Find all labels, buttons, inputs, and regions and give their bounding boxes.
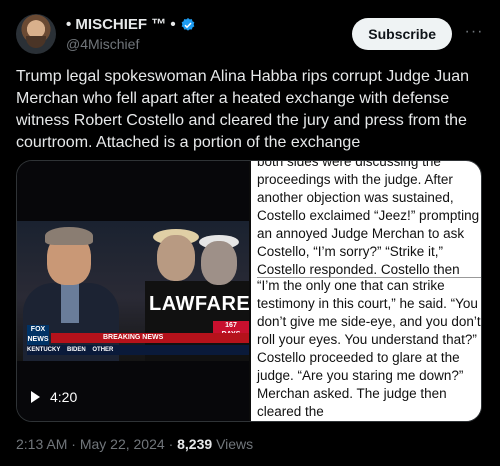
subscribe-button[interactable]: Subscribe — [352, 18, 452, 50]
meta-separator: · — [71, 436, 76, 452]
author-handle[interactable]: @4Mischief — [66, 36, 139, 52]
views-count: 8,239 — [177, 436, 213, 452]
network-logo: FOX NEWS — [27, 325, 49, 345]
news-ticker: KENTUCKY BIDEN OTHER — [27, 345, 249, 355]
article-screenshot[interactable]: both sides were discussing the proceedin… — [251, 161, 481, 421]
breaking-news-banner: BREAKING NEWS — [51, 333, 249, 343]
meta-separator: · — [168, 436, 174, 452]
ticker-item: BIDEN — [67, 347, 86, 353]
tweet-time[interactable]: 2:13 AM — [16, 436, 67, 452]
avatar-beard — [26, 36, 46, 48]
video-player[interactable]: LAWFARE 167 DAYS FOX NEWS BREAKING NEWS … — [17, 161, 249, 421]
video-overlay-title: LAWFARE — [149, 293, 249, 315]
tweet-header: • MISCHIEF ™ • @4Mischief Subscribe ··· — [16, 14, 484, 54]
author-display-name[interactable]: • MISCHIEF ™ • — [66, 16, 176, 33]
play-control[interactable]: 4:20 — [31, 389, 77, 405]
tweet-text: Trump legal spokeswoman Alina Habba rips… — [16, 68, 469, 151]
tweet-date[interactable]: May 22, 2024 — [80, 436, 165, 452]
more-options-icon[interactable]: ··· — [464, 22, 484, 42]
verified-badge-icon — [181, 17, 195, 31]
video-thumbnail: LAWFARE 167 DAYS FOX NEWS BREAKING NEWS … — [17, 221, 249, 361]
anchor-hair — [45, 227, 93, 245]
article-excerpt-2: “I’m the only one that can strike testim… — [257, 277, 481, 421]
author-name-line[interactable]: • MISCHIEF ™ • — [66, 16, 196, 33]
views-label: Views — [216, 436, 254, 452]
portrait-right — [201, 241, 237, 285]
media-container: LAWFARE 167 DAYS FOX NEWS BREAKING NEWS … — [16, 160, 482, 422]
ticker-item: OTHER — [92, 347, 114, 353]
video-duration: 4:20 — [50, 389, 78, 405]
days-count: 167 — [225, 322, 237, 329]
portrait-left — [157, 235, 195, 281]
ticker-item: KENTUCKY — [27, 347, 61, 353]
avatar[interactable] — [16, 14, 56, 54]
play-icon[interactable] — [31, 391, 40, 403]
tweet-meta: 2:13 AM · May 22, 2024 · 8,239 Views — [16, 436, 253, 452]
anchor-shirt — [61, 283, 79, 323]
